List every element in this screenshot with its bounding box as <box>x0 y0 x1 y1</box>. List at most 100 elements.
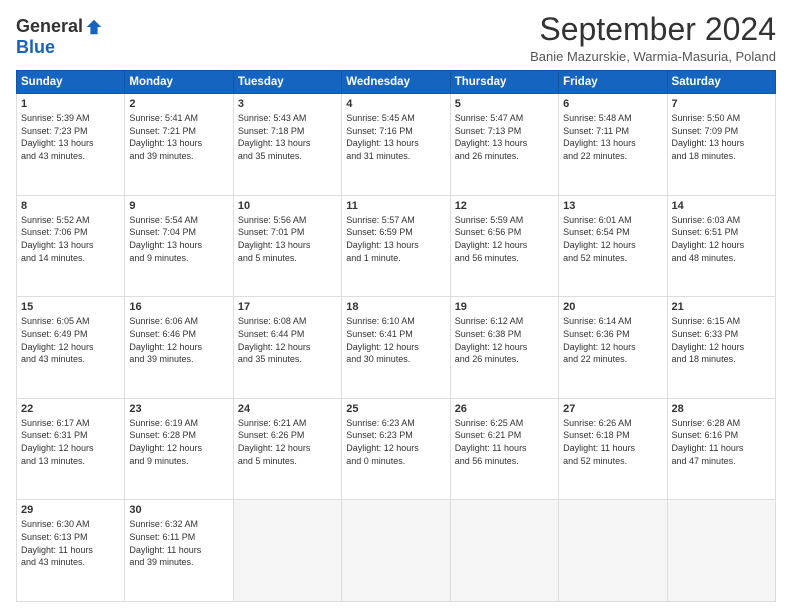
cell-details: Sunrise: 6:14 AMSunset: 6:36 PMDaylight:… <box>563 315 662 365</box>
logo-blue-text: Blue <box>16 37 55 58</box>
table-cell: 15 Sunrise: 6:05 AMSunset: 6:49 PMDayligh… <box>17 297 125 399</box>
day-number: 22 <box>21 403 120 415</box>
table-cell: 3 Sunrise: 5:43 AMSunset: 7:18 PMDaylight… <box>233 94 341 196</box>
calendar-week-3: 15 Sunrise: 6:05 AMSunset: 6:49 PMDayligh… <box>17 297 776 399</box>
day-number: 3 <box>238 98 337 110</box>
day-number: 8 <box>21 200 120 212</box>
col-friday: Friday <box>559 71 667 94</box>
day-number: 20 <box>563 301 662 313</box>
table-cell: 1 Sunrise: 5:39 AMSunset: 7:23 PMDaylight… <box>17 94 125 196</box>
day-number: 23 <box>129 403 228 415</box>
table-cell: 29 Sunrise: 6:30 AMSunset: 6:13 PMDayligh… <box>17 500 125 602</box>
calendar-week-1: 1 Sunrise: 5:39 AMSunset: 7:23 PMDaylight… <box>17 94 776 196</box>
cell-details: Sunrise: 6:17 AMSunset: 6:31 PMDaylight:… <box>21 417 120 467</box>
cell-details: Sunrise: 6:10 AMSunset: 6:41 PMDaylight:… <box>346 315 445 365</box>
cell-details: Sunrise: 5:50 AMSunset: 7:09 PMDaylight:… <box>672 112 771 162</box>
table-cell: 7 Sunrise: 5:50 AMSunset: 7:09 PMDaylight… <box>667 94 775 196</box>
table-cell: 17Sunrise: 6:08 AMSunset: 6:44 PMDayligh… <box>233 297 341 399</box>
table-cell: 19Sunrise: 6:12 AMSunset: 6:38 PMDayligh… <box>450 297 558 399</box>
cell-details: Sunrise: 6:05 AMSunset: 6:49 PMDaylight:… <box>21 315 120 365</box>
table-cell: 24 Sunrise: 6:21 AMSunset: 6:26 PMDayligh… <box>233 398 341 500</box>
col-monday: Monday <box>125 71 233 94</box>
day-number: 15 <box>21 301 120 313</box>
cell-details: Sunrise: 5:52 AMSunset: 7:06 PMDaylight:… <box>21 214 120 264</box>
day-number: 4 <box>346 98 445 110</box>
table-cell: 26Sunrise: 6:25 AMSunset: 6:21 PMDayligh… <box>450 398 558 500</box>
day-number: 25 <box>346 403 445 415</box>
cell-details: Sunrise: 6:08 AMSunset: 6:44 PMDaylight:… <box>238 315 337 365</box>
cell-details: Sunrise: 5:47 AMSunset: 7:13 PMDaylight:… <box>455 112 554 162</box>
cell-details: Sunrise: 5:54 AMSunset: 7:04 PMDaylight:… <box>129 214 228 264</box>
calendar-week-4: 22 Sunrise: 6:17 AMSunset: 6:31 PMDayligh… <box>17 398 776 500</box>
table-cell: 18 Sunrise: 6:10 AMSunset: 6:41 PMDayligh… <box>342 297 450 399</box>
calendar-header-row: Sunday Monday Tuesday Wednesday Thursday… <box>17 71 776 94</box>
day-number: 12 <box>455 200 554 212</box>
day-number: 16 <box>129 301 228 313</box>
col-saturday: Saturday <box>667 71 775 94</box>
logo: General Blue <box>16 12 103 58</box>
cell-details: Sunrise: 6:03 AMSunset: 6:51 PMDaylight:… <box>672 214 771 264</box>
cell-details: Sunrise: 6:06 AMSunset: 6:46 PMDaylight:… <box>129 315 228 365</box>
page: General Blue September 2024 Banie Mazurs… <box>0 0 792 612</box>
table-cell <box>667 500 775 602</box>
table-cell <box>450 500 558 602</box>
logo-icon <box>85 18 103 36</box>
cell-details: Sunrise: 6:12 AMSunset: 6:38 PMDaylight:… <box>455 315 554 365</box>
day-number: 5 <box>455 98 554 110</box>
day-number: 9 <box>129 200 228 212</box>
cell-details: Sunrise: 6:19 AMSunset: 6:28 PMDaylight:… <box>129 417 228 467</box>
cell-details: Sunrise: 6:32 AMSunset: 6:11 PMDaylight:… <box>129 518 228 568</box>
table-cell: 21Sunrise: 6:15 AMSunset: 6:33 PMDayligh… <box>667 297 775 399</box>
table-cell <box>233 500 341 602</box>
day-number: 2 <box>129 98 228 110</box>
day-number: 13 <box>563 200 662 212</box>
table-cell: 11Sunrise: 5:57 AMSunset: 6:59 PMDayligh… <box>342 195 450 297</box>
day-number: 30 <box>129 504 228 516</box>
cell-details: Sunrise: 5:45 AMSunset: 7:16 PMDaylight:… <box>346 112 445 162</box>
cell-details: Sunrise: 6:23 AMSunset: 6:23 PMDaylight:… <box>346 417 445 467</box>
day-number: 6 <box>563 98 662 110</box>
calendar-week-5: 29 Sunrise: 6:30 AMSunset: 6:13 PMDayligh… <box>17 500 776 602</box>
day-number: 14 <box>672 200 771 212</box>
calendar-table: Sunday Monday Tuesday Wednesday Thursday… <box>16 70 776 602</box>
cell-details: Sunrise: 6:30 AMSunset: 6:13 PMDaylight:… <box>21 518 120 568</box>
cell-details: Sunrise: 6:26 AMSunset: 6:18 PMDaylight:… <box>563 417 662 467</box>
col-wednesday: Wednesday <box>342 71 450 94</box>
table-cell: 16 Sunrise: 6:06 AMSunset: 6:46 PMDayligh… <box>125 297 233 399</box>
day-number: 7 <box>672 98 771 110</box>
table-cell <box>559 500 667 602</box>
cell-details: Sunrise: 5:48 AMSunset: 7:11 PMDaylight:… <box>563 112 662 162</box>
logo-general-text: General <box>16 16 83 37</box>
table-cell: 10Sunrise: 5:56 AMSunset: 7:01 PMDayligh… <box>233 195 341 297</box>
cell-details: Sunrise: 6:21 AMSunset: 6:26 PMDaylight:… <box>238 417 337 467</box>
table-cell: 23 Sunrise: 6:19 AMSunset: 6:28 PMDayligh… <box>125 398 233 500</box>
day-number: 28 <box>672 403 771 415</box>
table-cell: 12 Sunrise: 5:59 AMSunset: 6:56 PMDayligh… <box>450 195 558 297</box>
col-sunday: Sunday <box>17 71 125 94</box>
table-cell: 2Sunrise: 5:41 AMSunset: 7:21 PMDaylight… <box>125 94 233 196</box>
header: General Blue September 2024 Banie Mazurs… <box>16 12 776 64</box>
table-cell: 14 Sunrise: 6:03 AMSunset: 6:51 PMDayligh… <box>667 195 775 297</box>
table-cell: 30 Sunrise: 6:32 AMSunset: 6:11 PMDayligh… <box>125 500 233 602</box>
day-number: 1 <box>21 98 120 110</box>
day-number: 24 <box>238 403 337 415</box>
day-number: 18 <box>346 301 445 313</box>
table-cell: 9 Sunrise: 5:54 AMSunset: 7:04 PMDaylight… <box>125 195 233 297</box>
day-number: 29 <box>21 504 120 516</box>
table-cell: 27Sunrise: 6:26 AMSunset: 6:18 PMDayligh… <box>559 398 667 500</box>
table-cell: 20 Sunrise: 6:14 AMSunset: 6:36 PMDayligh… <box>559 297 667 399</box>
table-cell <box>342 500 450 602</box>
day-number: 26 <box>455 403 554 415</box>
day-number: 10 <box>238 200 337 212</box>
cell-details: Sunrise: 6:28 AMSunset: 6:16 PMDaylight:… <box>672 417 771 467</box>
cell-details: Sunrise: 6:15 AMSunset: 6:33 PMDaylight:… <box>672 315 771 365</box>
table-cell: 13Sunrise: 6:01 AMSunset: 6:54 PMDayligh… <box>559 195 667 297</box>
col-thursday: Thursday <box>450 71 558 94</box>
month-title: September 2024 <box>530 12 776 47</box>
title-block: September 2024 Banie Mazurskie, Warmia-M… <box>530 12 776 64</box>
cell-details: Sunrise: 5:39 AMSunset: 7:23 PMDaylight:… <box>21 112 120 162</box>
cell-details: Sunrise: 5:43 AMSunset: 7:18 PMDaylight:… <box>238 112 337 162</box>
table-cell: 4 Sunrise: 5:45 AMSunset: 7:16 PMDaylight… <box>342 94 450 196</box>
cell-details: Sunrise: 5:59 AMSunset: 6:56 PMDaylight:… <box>455 214 554 264</box>
location-title: Banie Mazurskie, Warmia-Masuria, Poland <box>530 49 776 64</box>
